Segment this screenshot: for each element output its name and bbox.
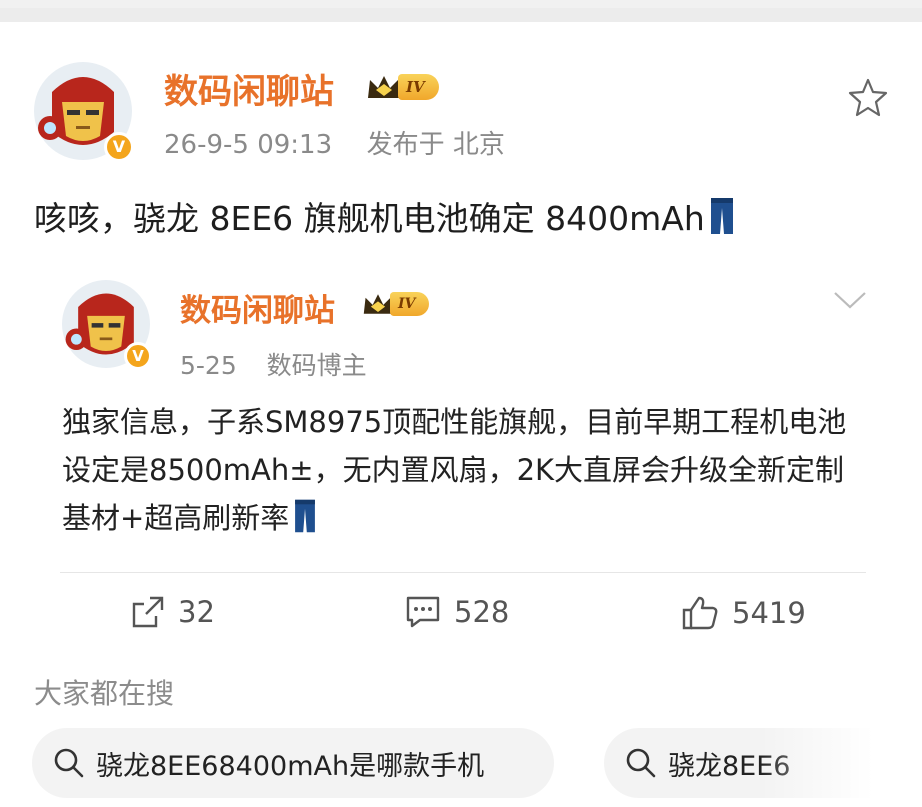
post-content: 咳咳，骁龙 8EE6 旗舰机电池确定 8400mAh: [34, 192, 735, 244]
repost-text: 独家信息，子系SM8975顶配性能旗舰，目前早期工程机电池设定是8500mAh±…: [62, 405, 847, 535]
actions-divider: [60, 572, 866, 573]
jeans-icon: [709, 196, 735, 244]
top-bar: [0, 0, 922, 22]
jeans-icon: [293, 498, 317, 548]
repost-author-avatar[interactable]: V: [62, 280, 152, 370]
like-button[interactable]: 5419: [680, 594, 806, 632]
post-meta: 26-9-5 09:13 发布于 北京: [164, 124, 505, 161]
rank-level: IV: [398, 74, 439, 100]
comment-count: 528: [454, 595, 510, 629]
author-name[interactable]: 数码闲聊站: [164, 64, 334, 113]
repost-role: 数码博主: [266, 351, 367, 380]
repost-date: 5-25: [180, 351, 237, 380]
author-avatar[interactable]: V: [34, 62, 134, 162]
comment-icon: [406, 596, 440, 628]
search-icon: [626, 748, 656, 778]
search-icon: [54, 748, 84, 778]
repost-meta: 5-25 数码博主: [180, 346, 367, 382]
comment-button[interactable]: 528: [404, 594, 509, 630]
share-count: 32: [178, 595, 215, 629]
crown-icon: [368, 76, 400, 98]
scroll-fade-overlay: [760, 720, 922, 807]
repost-author-name[interactable]: 数码闲聊站: [180, 285, 335, 330]
top-bar-stripe: [0, 8, 922, 22]
like-count: 5419: [732, 596, 806, 630]
thumbs-up-icon: [682, 596, 718, 630]
share-button[interactable]: 32: [130, 594, 215, 630]
search-chip[interactable]: 骁龙8EE68400mAh是哪款手机: [32, 728, 554, 798]
repost-rank-badge[interactable]: IV: [362, 290, 430, 318]
share-icon: [132, 596, 164, 628]
rank-level: IV: [390, 292, 430, 316]
verified-badge: V: [104, 132, 134, 162]
post-timestamp: 26-9-5 09:13: [164, 130, 333, 160]
repost-content: 独家信息，子系SM8975顶配性能旗舰，目前早期工程机电池设定是8500mAh±…: [62, 398, 872, 548]
search-chip-label: 骁龙8EE68400mAh是哪款手机: [96, 750, 485, 782]
chevron-down-icon[interactable]: [832, 288, 868, 312]
verified-badge: V: [124, 342, 152, 370]
favorite-star-icon[interactable]: [846, 76, 890, 120]
search-section-title: 大家都在搜: [34, 677, 175, 710]
post-location: 发布于 北京: [366, 130, 505, 160]
rank-badge[interactable]: IV: [366, 72, 439, 102]
post-text: 咳咳，骁龙 8EE6 旗舰机电池确定 8400mAh: [34, 199, 705, 238]
